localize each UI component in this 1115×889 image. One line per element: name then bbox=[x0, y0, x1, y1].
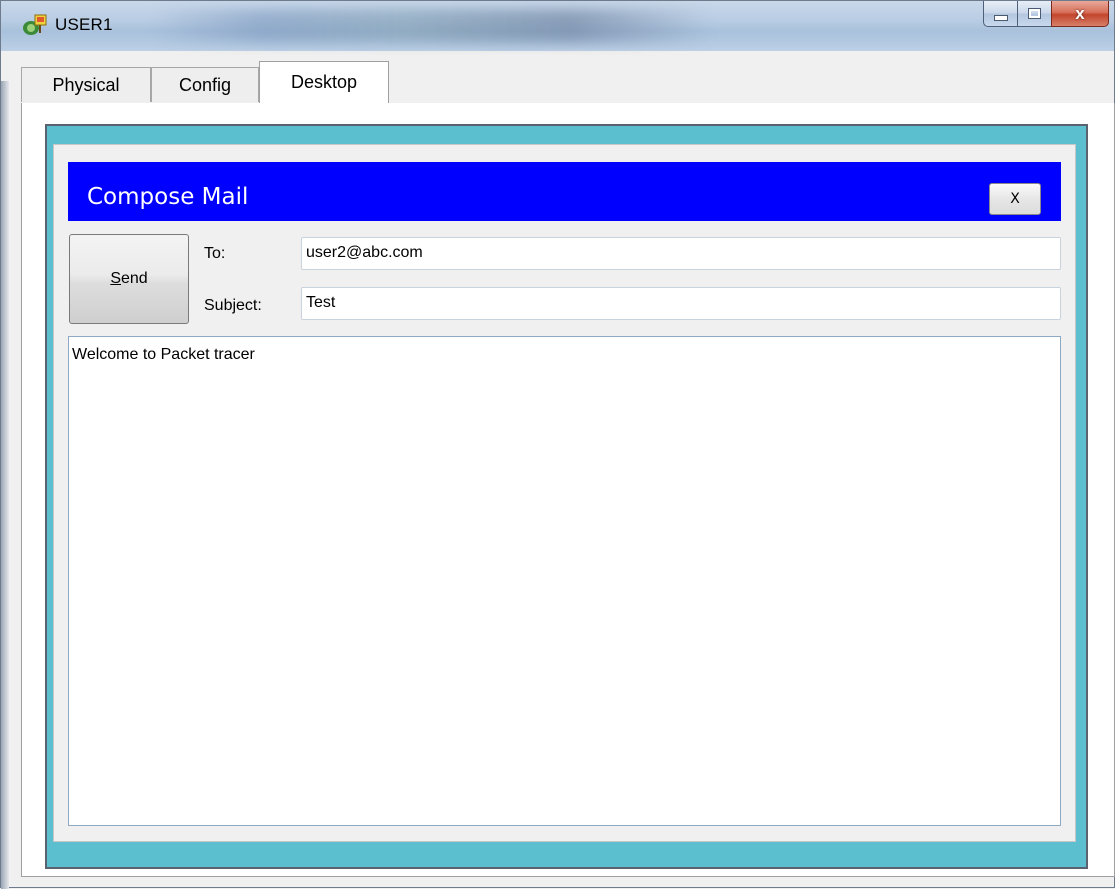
title-bar-background bbox=[151, 9, 711, 43]
compose-mail-title: Compose Mail bbox=[87, 184, 249, 210]
subject-field[interactable]: Test bbox=[301, 287, 1061, 320]
title-bar[interactable]: USER1 x bbox=[1, 1, 1114, 51]
maximize-icon bbox=[1028, 8, 1041, 19]
close-button[interactable]: x bbox=[1051, 1, 1109, 27]
window-edge-shadow bbox=[1, 81, 9, 889]
minimize-button[interactable] bbox=[983, 1, 1017, 27]
send-mnemonic: S bbox=[110, 270, 121, 287]
packet-tracer-pc-icon bbox=[21, 12, 49, 38]
subject-label: Subject: bbox=[204, 297, 262, 314]
minimize-icon bbox=[993, 14, 1008, 21]
to-field[interactable]: user2@abc.com bbox=[301, 237, 1061, 270]
tab-desktop[interactable]: Desktop bbox=[259, 61, 389, 103]
tab-bar: Physical Config Desktop bbox=[21, 61, 1114, 104]
send-label-rest: end bbox=[120, 270, 148, 287]
application-window: USER1 x Physical Config Desktop Compose … bbox=[0, 0, 1115, 889]
compose-close-button[interactable]: X bbox=[989, 183, 1041, 215]
maximize-button[interactable] bbox=[1017, 1, 1051, 27]
tab-physical[interactable]: Physical bbox=[21, 67, 151, 102]
send-button[interactable]: Send bbox=[69, 234, 189, 324]
message-body-textarea[interactable]: Welcome to Packet tracer bbox=[68, 336, 1061, 826]
window-title: USER1 bbox=[55, 15, 113, 34]
to-label: To: bbox=[204, 245, 226, 262]
compose-mail-header: Compose Mail X bbox=[68, 162, 1061, 221]
send-button-label: Send bbox=[110, 270, 147, 288]
window-controls: x bbox=[983, 1, 1109, 31]
tab-config[interactable]: Config bbox=[151, 67, 259, 102]
close-icon: x bbox=[1075, 3, 1085, 23]
